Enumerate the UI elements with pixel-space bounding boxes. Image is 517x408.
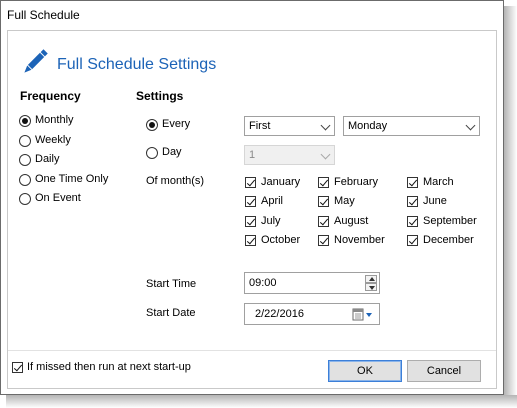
months-label: Of month(s) bbox=[146, 175, 205, 187]
every-weekday-select[interactable]: Monday bbox=[343, 116, 480, 136]
radio-every[interactable] bbox=[146, 119, 158, 131]
month-april[interactable]: April bbox=[245, 195, 315, 210]
frequency-label-on-event: On Event bbox=[35, 192, 81, 204]
checkbox-june[interactable] bbox=[407, 196, 418, 207]
month-label-august: August bbox=[334, 215, 369, 227]
missed-run-option[interactable]: If missed then run at next start-up bbox=[12, 361, 232, 376]
radio-on-event[interactable] bbox=[19, 193, 31, 205]
radio-daily[interactable] bbox=[19, 154, 31, 166]
month-september[interactable]: September bbox=[407, 215, 487, 230]
radio-weekly[interactable] bbox=[19, 135, 31, 147]
start-time-input[interactable]: 09:00 bbox=[244, 272, 380, 294]
chevron-down-icon bbox=[320, 120, 331, 131]
month-august[interactable]: August bbox=[318, 215, 398, 230]
frequency-option-monthly[interactable]: Monthly bbox=[19, 114, 129, 130]
checkbox-missed-run[interactable] bbox=[12, 362, 23, 373]
month-label-april: April bbox=[261, 195, 284, 207]
frequency-label-daily: Daily bbox=[35, 153, 60, 165]
day-number-value: 1 bbox=[249, 149, 256, 161]
cancel-button[interactable]: Cancel bbox=[407, 360, 481, 382]
month-march[interactable]: March bbox=[407, 176, 487, 191]
frequency-heading: Frequency bbox=[20, 89, 81, 103]
checkbox-april[interactable] bbox=[245, 196, 256, 207]
month-december[interactable]: December bbox=[407, 234, 487, 249]
pencil-icon bbox=[24, 49, 48, 73]
chevron-down-icon bbox=[320, 149, 331, 160]
window-shadow-right bbox=[504, 6, 517, 408]
checkbox-january[interactable] bbox=[245, 177, 256, 188]
month-label-june: June bbox=[423, 195, 447, 207]
start-time-value: 09:00 bbox=[249, 277, 277, 289]
month-may[interactable]: May bbox=[318, 195, 398, 210]
arrow-up-icon bbox=[369, 277, 375, 281]
checkbox-march[interactable] bbox=[407, 177, 418, 188]
every-ordinal-value: First bbox=[249, 120, 271, 132]
day-number-select[interactable]: 1 bbox=[244, 145, 335, 165]
month-label-march: March bbox=[423, 176, 454, 188]
every-ordinal-select[interactable]: First bbox=[244, 116, 335, 136]
start-date-label: Start Date bbox=[146, 307, 196, 319]
frequency-option-one-time-only[interactable]: One Time Only bbox=[19, 173, 129, 189]
month-february[interactable]: February bbox=[318, 176, 398, 191]
every-label: Every bbox=[162, 118, 191, 130]
month-june[interactable]: June bbox=[407, 195, 487, 210]
radio-one-time-only[interactable] bbox=[19, 174, 31, 186]
missed-run-label: If missed then run at next start-up bbox=[27, 361, 191, 373]
frequency-option-daily[interactable]: Daily bbox=[19, 153, 129, 169]
month-label-october: October bbox=[261, 234, 301, 246]
frequency-option-weekly[interactable]: Weekly bbox=[19, 134, 129, 150]
month-january[interactable]: January bbox=[245, 176, 315, 191]
frequency-label-monthly: Monthly bbox=[35, 114, 74, 126]
month-label-september: September bbox=[423, 215, 477, 227]
month-label-may: May bbox=[334, 195, 355, 207]
month-label-december: December bbox=[423, 234, 474, 246]
checkbox-july[interactable] bbox=[245, 216, 256, 227]
month-label-july: July bbox=[261, 215, 281, 227]
checkbox-september[interactable] bbox=[407, 216, 418, 227]
window-title: Full Schedule bbox=[7, 8, 80, 22]
checkbox-february[interactable] bbox=[318, 177, 329, 188]
checkbox-november[interactable] bbox=[318, 235, 329, 246]
ok-button[interactable]: OK bbox=[328, 360, 402, 382]
frequency-label-one-time-only: One Time Only bbox=[35, 173, 109, 185]
footer-divider bbox=[8, 350, 496, 351]
settings-heading: Settings bbox=[136, 89, 184, 103]
month-label-january: January bbox=[261, 176, 301, 188]
month-label-february: February bbox=[334, 176, 379, 188]
frequency-option-on-event[interactable]: On Event bbox=[19, 192, 129, 208]
month-label-november: November bbox=[334, 234, 385, 246]
dialog-client-area: Full Schedule Settings Frequency Monthly… bbox=[7, 30, 497, 389]
chevron-down-icon bbox=[465, 120, 476, 131]
calendar-icon[interactable] bbox=[352, 308, 374, 321]
every-weekday-value: Monday bbox=[348, 120, 388, 132]
day-label: Day bbox=[162, 146, 182, 158]
checkbox-october[interactable] bbox=[245, 235, 256, 246]
window-shadow-bottom bbox=[6, 395, 517, 408]
checkbox-december[interactable] bbox=[407, 235, 418, 246]
start-date-value: 2/22/2016 bbox=[255, 308, 304, 320]
title-bar[interactable]: Full Schedule bbox=[1, 1, 503, 30]
frequency-label-weekly: Weekly bbox=[35, 134, 71, 146]
start-time-increment-button[interactable] bbox=[365, 275, 377, 283]
page-title: Full Schedule Settings bbox=[57, 56, 217, 73]
month-november[interactable]: November bbox=[318, 234, 398, 249]
start-time-label: Start Time bbox=[146, 278, 197, 290]
month-october[interactable]: October bbox=[245, 234, 315, 249]
dialog-window: Full Schedule Full Schedule Settings Fre… bbox=[0, 0, 504, 395]
checkbox-may[interactable] bbox=[318, 196, 329, 207]
radio-monthly[interactable] bbox=[19, 115, 31, 127]
start-date-input[interactable]: 2/22/2016 bbox=[244, 303, 380, 325]
start-time-decrement-button[interactable] bbox=[365, 283, 377, 291]
month-july[interactable]: July bbox=[245, 215, 315, 230]
checkbox-august[interactable] bbox=[318, 216, 329, 227]
every-option[interactable]: Every bbox=[146, 118, 206, 134]
day-option[interactable]: Day bbox=[146, 146, 206, 162]
radio-day[interactable] bbox=[146, 147, 158, 159]
arrow-down-icon bbox=[369, 286, 375, 290]
